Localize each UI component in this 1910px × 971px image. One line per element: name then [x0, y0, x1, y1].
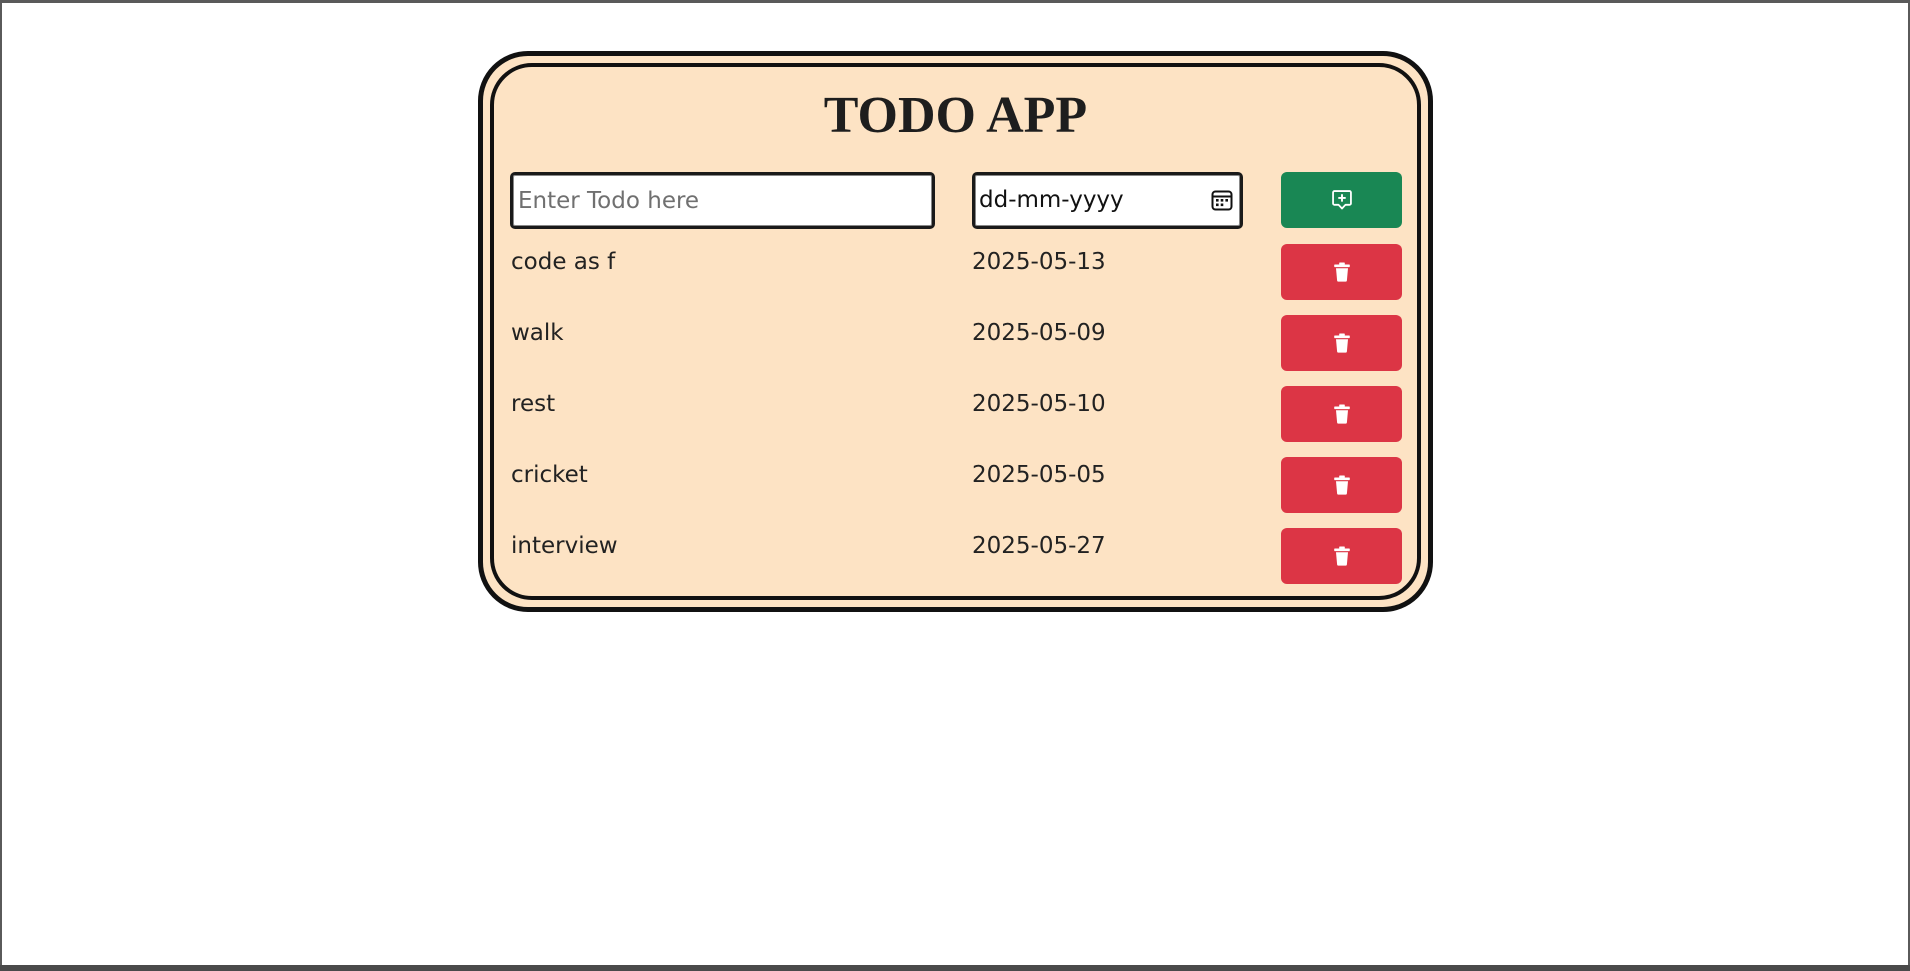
todo-date: 2025-05-10	[972, 391, 1106, 417]
trash-icon	[1333, 546, 1350, 566]
window-frame-bottom	[0, 965, 1910, 971]
add-todo-button[interactable]	[1281, 172, 1402, 228]
todo-date-input[interactable]: dd-mm-yyyy	[972, 172, 1243, 229]
chat-square-plus-icon	[1331, 190, 1352, 210]
todo-date: 2025-05-05	[972, 462, 1106, 488]
delete-todo-button[interactable]	[1281, 386, 1402, 442]
trash-icon	[1333, 475, 1350, 495]
delete-todo-button[interactable]	[1281, 528, 1402, 584]
todo-name: cricket	[511, 462, 588, 488]
todo-name: rest	[511, 391, 556, 417]
trash-icon	[1333, 333, 1350, 353]
todo-date: 2025-05-13	[972, 249, 1106, 275]
todo-name: interview	[511, 533, 618, 559]
window-frame-top	[0, 0, 1910, 3]
todo-name-input[interactable]	[510, 172, 935, 229]
date-placeholder: dd-mm-yyyy	[979, 187, 1124, 213]
delete-todo-button[interactable]	[1281, 244, 1402, 300]
trash-icon	[1333, 404, 1350, 424]
delete-todo-button[interactable]	[1281, 457, 1402, 513]
todo-name: code as f	[511, 249, 616, 275]
todo-date: 2025-05-27	[972, 533, 1106, 559]
todo-date: 2025-05-09	[972, 320, 1106, 346]
calendar-icon[interactable]	[1210, 188, 1234, 212]
trash-icon	[1333, 262, 1350, 282]
todo-card: TODO APP dd-mm-yyyy code as f 2025-05-13	[478, 51, 1433, 612]
page-title: TODO APP	[823, 87, 1088, 144]
window-frame-left	[0, 0, 2, 971]
todo-name: walk	[511, 320, 564, 346]
delete-todo-button[interactable]	[1281, 315, 1402, 371]
